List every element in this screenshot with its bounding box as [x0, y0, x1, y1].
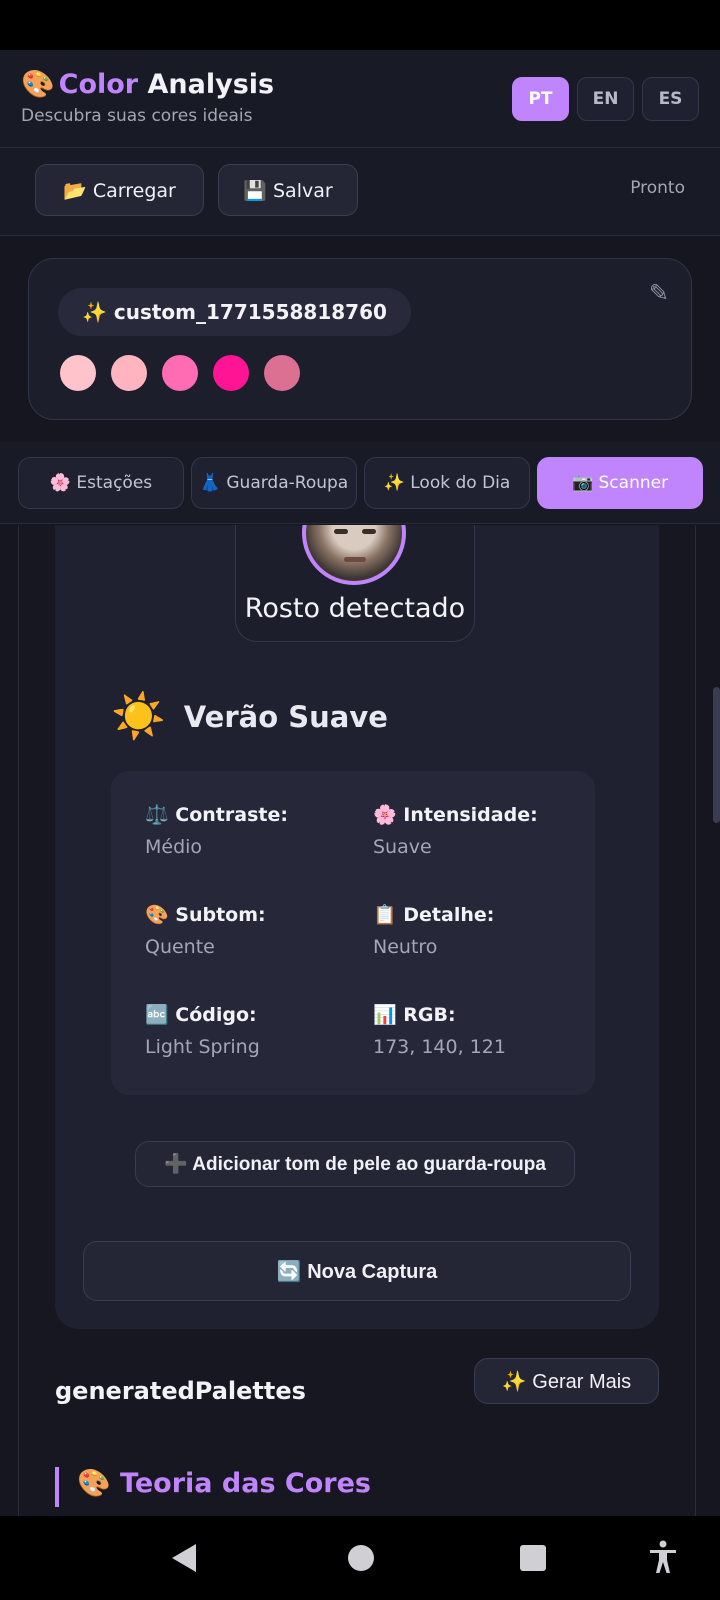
face-detection-box: Rosto detectado	[235, 525, 475, 642]
generated-palettes-title: generatedPalettes	[55, 1377, 306, 1405]
color-swatch[interactable]	[264, 355, 300, 391]
season-name: Verão Suave	[183, 700, 388, 734]
tab-look-of-day[interactable]: ✨ Look do Dia	[364, 457, 530, 509]
status-text: Pronto	[630, 178, 685, 198]
contrast-label: ⚖️ Contraste:	[145, 804, 288, 826]
intensity-info: 🌸 Intensidade: Suave	[373, 803, 538, 858]
tab-scanner[interactable]: 📷 Scanner	[537, 457, 703, 509]
palette-name-chip[interactable]: ✨ custom_1771558818760	[58, 288, 411, 336]
save-button[interactable]: 💾 Salvar	[218, 164, 358, 216]
main-tabs: 🌸 Estações 👗 Guarda-Roupa ✨ Look do Dia …	[0, 442, 720, 524]
recent-apps-icon[interactable]	[520, 1545, 546, 1571]
scrollbar-thumb[interactable]	[713, 687, 720, 823]
load-button[interactable]: 📂 Carregar	[35, 164, 204, 216]
language-button-pt[interactable]: PT	[512, 77, 569, 121]
contrast-info: ⚖️ Contraste: Médio	[145, 803, 288, 858]
content-scroll-area[interactable]: Rosto detectado ☀️ Verão Suave ⚖️ Contra…	[0, 525, 720, 1516]
season-result: ☀️ Verão Suave	[111, 695, 388, 739]
intensity-label: 🌸 Intensidade:	[373, 804, 538, 826]
code-label: 🔤 Código:	[145, 1004, 257, 1026]
analysis-details: ⚖️ Contraste: Médio 🌸 Intensidade: Suave…	[111, 771, 595, 1095]
app-window: 🎨 Color Analysis Descubra suas cores idea…	[0, 50, 720, 1516]
palette-icon: 🎨	[21, 69, 55, 100]
language-switcher: PT EN ES	[512, 77, 699, 121]
color-swatch[interactable]	[162, 355, 198, 391]
rgb-label: 📊 RGB:	[373, 1004, 456, 1026]
face-detected-label: Rosto detectado	[244, 593, 466, 624]
tab-seasons[interactable]: 🌸 Estações	[18, 457, 184, 509]
new-capture-button[interactable]: 🔄 Nova Captura	[83, 1241, 631, 1301]
app-title-accent: Color	[58, 69, 139, 100]
app-header: 🎨 Color Analysis Descubra suas cores idea…	[0, 50, 720, 148]
palette-swatches	[60, 355, 300, 391]
code-value: Light Spring	[145, 1036, 260, 1058]
language-button-en[interactable]: EN	[577, 77, 634, 121]
detail-value: Neutro	[373, 936, 438, 958]
accessibility-icon[interactable]	[648, 1540, 678, 1574]
color-theory-heading: 🎨 Teoria das Cores	[55, 1467, 371, 1507]
app-title-rest: Analysis	[147, 69, 275, 100]
detail-label: 📋 Detalhe:	[373, 904, 495, 926]
home-icon[interactable]	[348, 1545, 374, 1571]
code-info: 🔤 Código: Light Spring	[145, 1003, 260, 1058]
sun-icon: ☀️	[111, 691, 166, 742]
intensity-value: Suave	[373, 836, 432, 858]
color-swatch[interactable]	[111, 355, 147, 391]
undertone-value: Quente	[145, 936, 215, 958]
back-icon[interactable]	[172, 1544, 196, 1572]
generate-more-button[interactable]: ✨ Gerar Mais	[474, 1358, 659, 1404]
detail-info: 📋 Detalhe: Neutro	[373, 903, 494, 958]
color-swatch[interactable]	[213, 355, 249, 391]
language-button-es[interactable]: ES	[642, 77, 699, 121]
undertone-info: 🎨 Subtom: Quente	[145, 903, 266, 958]
system-status-bar	[0, 0, 720, 50]
face-photo	[302, 525, 406, 585]
rgb-info: 📊 RGB: 173, 140, 121	[373, 1003, 506, 1058]
edit-icon[interactable]: ✎	[649, 279, 669, 307]
app-subtitle: Descubra suas cores ideais	[21, 106, 253, 126]
rgb-value: 173, 140, 121	[373, 1036, 506, 1058]
app-title: 🎨 Color Analysis	[21, 68, 274, 100]
add-skin-tone-button[interactable]: ➕ Adicionar tom de pele ao guarda-roupa	[135, 1141, 575, 1187]
scanner-result-card: Rosto detectado ☀️ Verão Suave ⚖️ Contra…	[55, 525, 659, 1329]
toolbar: 📂 Carregar 💾 Salvar Pronto	[0, 148, 720, 236]
undertone-label: 🎨 Subtom:	[145, 904, 266, 926]
tab-wardrobe[interactable]: 👗 Guarda-Roupa	[191, 457, 357, 509]
contrast-value: Médio	[145, 836, 203, 858]
color-swatch[interactable]	[60, 355, 96, 391]
system-navigation-bar	[0, 1516, 720, 1600]
content-frame: Rosto detectado ☀️ Verão Suave ⚖️ Contra…	[18, 525, 696, 1516]
current-palette-card: ✨ custom_1771558818760 ✎	[28, 258, 692, 420]
